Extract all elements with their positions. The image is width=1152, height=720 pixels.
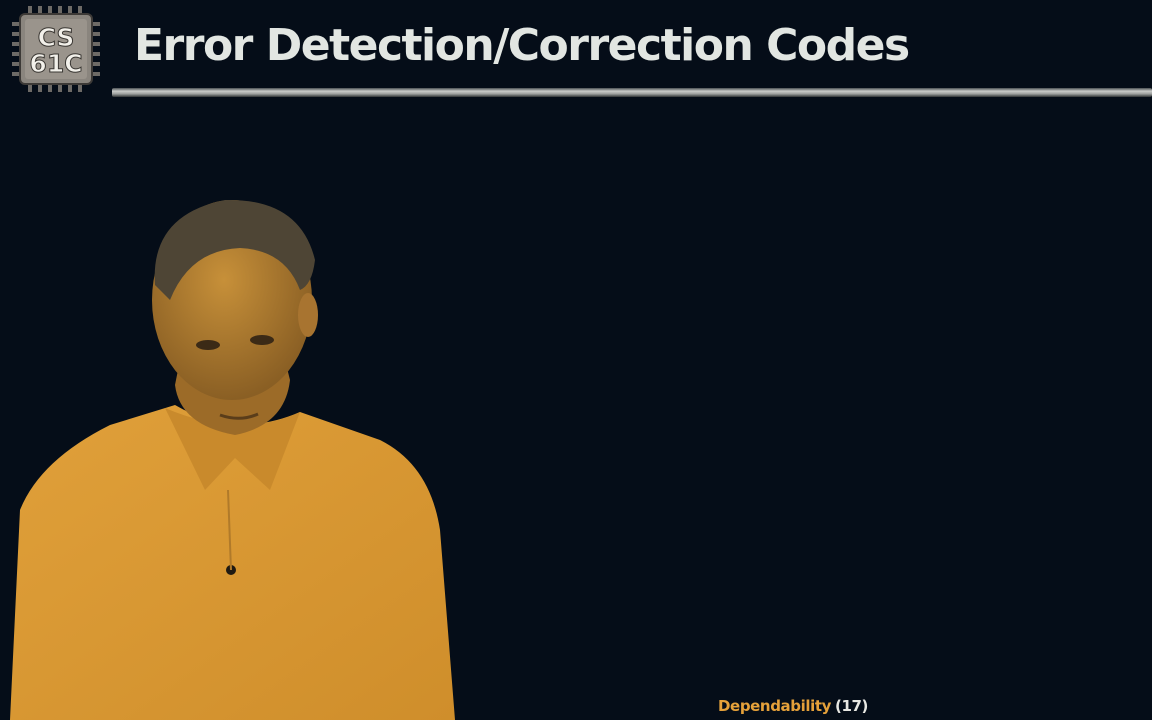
slide: CS 61C Error Detection/Correction Codes [0, 0, 1152, 720]
logo-line-cs: CS [38, 23, 75, 52]
logo-line-61c: 61C [29, 49, 82, 78]
footer-section-name: Dependability [718, 697, 831, 715]
title-underline-rule [112, 88, 1152, 97]
slide-title: Error Detection/Correction Codes [134, 20, 910, 71]
slide-footer: Dependability (17) [718, 697, 868, 715]
footer-page-number: (17) [834, 697, 868, 715]
cs61c-chip-logo: CS 61C [12, 6, 100, 92]
presenter-video-silhouette [10, 199, 455, 720]
